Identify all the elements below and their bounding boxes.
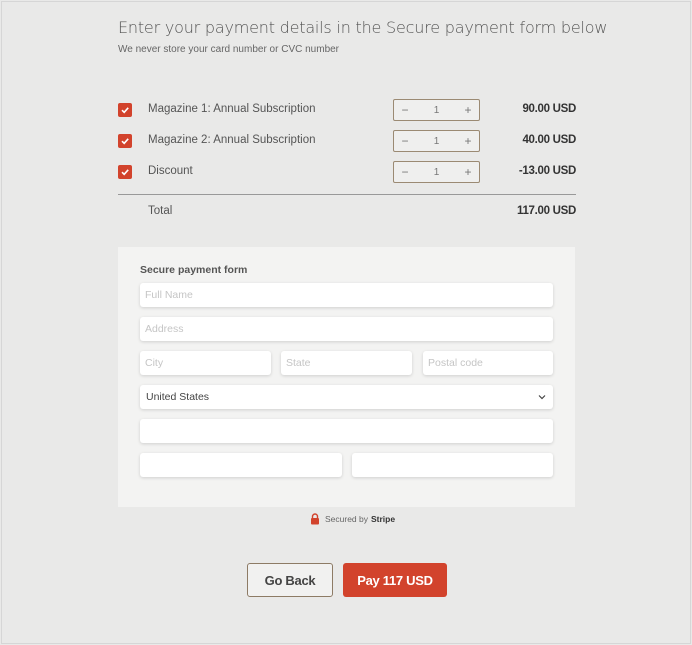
quantity-value[interactable]: 1 [416, 105, 457, 116]
item-checkbox[interactable] [118, 103, 132, 117]
total-label: Total [148, 205, 173, 217]
decrement-button[interactable]: − [394, 131, 416, 151]
increment-button[interactable]: + [457, 162, 479, 182]
line-item-row: Discount − 1 + -13.00 USD [118, 161, 576, 185]
increment-button[interactable]: + [457, 100, 479, 120]
card-cvc-field[interactable] [352, 453, 553, 477]
check-icon [121, 169, 129, 176]
item-price: 90.00 USD [522, 103, 576, 115]
quantity-stepper: − 1 + [393, 161, 480, 183]
country-value: United States [146, 391, 210, 403]
item-checkbox[interactable] [118, 134, 132, 148]
decrement-button[interactable]: − [394, 162, 416, 182]
address-field[interactable] [140, 317, 553, 341]
decrement-button[interactable]: − [394, 100, 416, 120]
total-divider [118, 194, 576, 195]
secured-by-stripe: Secured by Stripe [310, 513, 395, 525]
line-item-row: Magazine 1: Annual Subscription − 1 + 90… [118, 99, 576, 123]
item-label: Magazine 1: Annual Subscription [148, 103, 316, 115]
card-number-field[interactable] [140, 419, 553, 443]
card-expiry-field[interactable] [140, 453, 342, 477]
check-icon [121, 138, 129, 145]
full-name-field[interactable] [140, 283, 553, 307]
line-item-row: Magazine 2: Annual Subscription − 1 + 40… [118, 130, 576, 154]
postal-code-field[interactable] [423, 351, 553, 375]
quantity-value[interactable]: 1 [416, 136, 457, 147]
item-label: Discount [148, 165, 193, 177]
quantity-stepper: − 1 + [393, 99, 480, 121]
increment-button[interactable]: + [457, 131, 479, 151]
quantity-value[interactable]: 1 [416, 167, 457, 178]
lock-icon [311, 513, 319, 525]
state-field[interactable] [281, 351, 412, 375]
item-checkbox[interactable] [118, 165, 132, 179]
country-select[interactable]: United States [140, 385, 553, 409]
item-price: 40.00 USD [522, 134, 576, 146]
check-icon [121, 107, 129, 114]
city-field[interactable] [140, 351, 271, 375]
form-heading: Secure payment form [140, 264, 248, 276]
total-value: 117.00 USD [516, 205, 576, 217]
pay-button[interactable]: Pay 117 USD [343, 563, 447, 597]
stripe-brand: Stripe [371, 514, 396, 524]
chevron-down-icon [538, 395, 546, 400]
secured-prefix: Secured by [325, 514, 368, 524]
page-subtitle: We never store your card number or CVC n… [118, 44, 340, 55]
go-back-button[interactable]: Go Back [247, 563, 333, 597]
item-price: -13.00 USD [518, 165, 576, 177]
secure-payment-form: Secure payment form United States [118, 247, 575, 507]
quantity-stepper: − 1 + [393, 130, 480, 152]
page-title: Enter your payment details in the Secure… [118, 18, 608, 37]
item-label: Magazine 2: Annual Subscription [148, 134, 316, 146]
